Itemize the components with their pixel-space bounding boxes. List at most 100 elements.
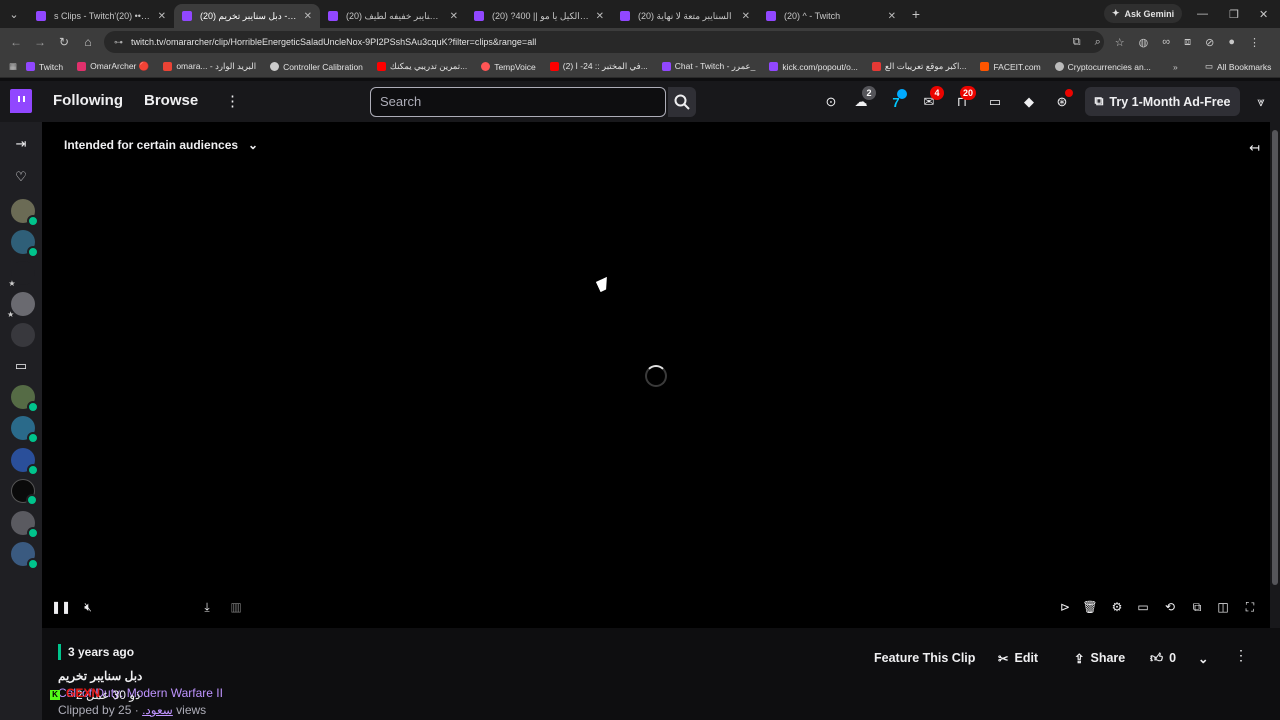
feature-clip-button[interactable]: Feature This Clip — [866, 647, 983, 669]
close-window-button[interactable]: ✕ — [1259, 0, 1268, 28]
chevron-down-icon[interactable]: ⌄ — [1198, 651, 1208, 666]
try-ad-free-button[interactable]: ⧉ Try 1-Month Ad-Free — [1085, 87, 1240, 116]
twitch-favicon-icon — [661, 62, 671, 71]
more-bookmarks-icon[interactable]: » — [1173, 62, 1178, 72]
edit-button[interactable]: ✂ Edit — [990, 647, 1046, 669]
translate-icon[interactable]: ⧉ — [1073, 36, 1081, 49]
picture-in-picture-icon[interactable]: ⧉ — [1189, 599, 1205, 615]
video-player[interactable]: Intended for certain audiences ⌄ ↤ ❚❚ 🔇︎… — [42, 122, 1270, 628]
user-avatar[interactable]: ⩔ — [1252, 93, 1270, 111]
minimize-button[interactable]: — — [1197, 0, 1208, 28]
delete-icon[interactable]: 🗑︎ — [1082, 599, 1098, 615]
followed-channel-avatar[interactable]: ★ — [7, 292, 35, 319]
extensions-puzzle-icon[interactable]: ⧈ — [1184, 36, 1191, 49]
browser-tab[interactable]: (20) ?400 || طفع الكيل يا مو✕ — [466, 4, 612, 28]
zoom-icon[interactable]: ⌕ — [1095, 36, 1101, 49]
scrollbar-thumb[interactable] — [1272, 130, 1278, 585]
search-button[interactable] — [668, 87, 696, 117]
recommended-channel-avatar[interactable] — [11, 385, 39, 413]
more-menu-icon[interactable]: ⋮ — [225, 92, 240, 110]
link-icon[interactable]: ⊘ — [1205, 36, 1214, 49]
prime-loot-icon[interactable]: ⊙ — [822, 93, 840, 111]
settings-gear-icon[interactable]: ⚙ — [1109, 599, 1125, 615]
play-next-icon[interactable]: ⊳ — [1057, 599, 1073, 615]
bookmark[interactable]: kick.com/popout/o... — [769, 62, 858, 72]
whispers-icon[interactable]: ▭ — [986, 93, 1004, 111]
like-button[interactable]: 👍︎ 0 ⌄ — [1150, 645, 1226, 671]
collapse-panel-icon[interactable]: ↤ — [1249, 140, 1260, 156]
bookmarks-bar: ▦ Twitch OmarArcher 🔴 omara... - البريد … — [0, 56, 1280, 78]
download-button[interactable]: ⤓ — [199, 599, 215, 615]
home-icon[interactable]: ⌂ — [76, 35, 100, 49]
bookmark[interactable]: OmarArcher 🔴 — [77, 61, 149, 72]
pause-button[interactable]: ❚❚ — [51, 599, 71, 615]
close-tab-icon[interactable]: ✕ — [596, 11, 604, 22]
bookmark[interactable]: Controller Calibration — [270, 62, 363, 72]
following-link[interactable]: Following — [53, 92, 123, 109]
reload-icon[interactable]: ↻ — [52, 35, 76, 49]
all-bookmarks[interactable]: ▭ All Bookmarks — [1205, 61, 1271, 72]
forward-icon[interactable]: → — [28, 35, 52, 49]
sidebar-toggle-icon[interactable]: ◫ — [1215, 599, 1231, 615]
browser-tab[interactable]: (20) ^ - Twitch ✕ — [758, 4, 904, 28]
theatre-mode-icon[interactable]: ▭ — [1135, 599, 1151, 615]
bookmark[interactable]: Cryptocurrencies an... — [1054, 62, 1151, 72]
page-scrollbar[interactable] — [1270, 122, 1280, 628]
bookmark[interactable]: اكبر موقع تعريبات الع... — [871, 61, 966, 72]
address-bar[interactable]: ⊶ twitch.tv/omararcher/clip/HorribleEner… — [104, 31, 1104, 53]
bookmark[interactable]: Chat - Twitch - عمرر_ — [661, 61, 755, 72]
maximize-button[interactable]: ❐ — [1229, 0, 1239, 28]
close-tab-icon[interactable]: ✕ — [450, 11, 458, 22]
expand-sidebar-icon[interactable]: ⇥ — [12, 136, 30, 152]
back-icon[interactable]: ← — [4, 35, 28, 49]
twitch-favicon-icon — [36, 11, 46, 21]
profile-icon[interactable]: ● — [1228, 36, 1235, 48]
recommended-channel-avatar[interactable] — [11, 479, 38, 506]
close-tab-icon[interactable]: ✕ — [888, 11, 896, 22]
search-input[interactable]: Search — [370, 87, 666, 117]
apps-grid-icon[interactable]: ▦ — [0, 61, 26, 72]
recommended-channel-avatar[interactable] — [11, 448, 39, 476]
browser-tab[interactable]: (20) السنايبر متعة لا نهاية ✕ — [612, 4, 758, 28]
more-options-icon[interactable]: ⋮ — [1234, 647, 1248, 664]
followed-channel-avatar[interactable] — [11, 230, 39, 258]
bookmark[interactable]: FACEIT.com — [980, 62, 1041, 72]
bookmark[interactable]: Twitch — [26, 62, 63, 72]
fullscreen-icon[interactable]: ⛶ — [1242, 599, 1258, 615]
audience-warning[interactable]: Intended for certain audiences ⌄ — [64, 138, 258, 152]
browser-menu-icon[interactable]: ⋮ — [1249, 36, 1260, 49]
tab-search-icon[interactable]: ⌄ — [0, 0, 28, 28]
kick-icon: K — [50, 690, 60, 700]
mute-button[interactable]: 🔇︎ — [80, 599, 96, 615]
close-tab-icon[interactable]: ✕ — [742, 11, 750, 22]
bookmark[interactable]: (2) في المختبر :: 24- ا... — [549, 61, 648, 72]
followed-channel-avatar[interactable] — [11, 323, 35, 347]
bookmark[interactable]: omara... - البريد الوارد — [163, 61, 256, 72]
clipper-link[interactable]: سعود. — [142, 703, 173, 717]
followed-channel-avatar[interactable] — [11, 199, 39, 227]
loading-spinner-icon — [645, 365, 667, 387]
recommended-channel-avatar[interactable] — [11, 511, 39, 539]
bookmark[interactable]: TempVoice — [481, 62, 536, 72]
extension-icon[interactable]: ∞ — [1162, 36, 1170, 48]
extension-icon[interactable]: ◍ — [1139, 36, 1149, 49]
close-tab-icon[interactable]: ✕ — [304, 11, 312, 22]
bits-icon[interactable]: ◆ — [1020, 93, 1038, 111]
browser-tab-active[interactable]: (20) دبل سنايبر تخريم - witch✕ — [174, 4, 320, 28]
followed-channel-avatar[interactable]: ★ — [8, 261, 35, 288]
ask-gemini-button[interactable]: ✦ Ask Gemini — [1104, 4, 1183, 23]
clip-icon[interactable]: ⟲ — [1162, 599, 1178, 615]
star-icon: ★ — [7, 310, 15, 319]
browser-tab[interactable]: (20) لقطة سنايبر خفيفه لطيف✕ — [320, 4, 466, 28]
recommended-channel-avatar[interactable] — [11, 542, 39, 570]
share-button[interactable]: ⇪ Share — [1066, 647, 1133, 669]
close-tab-icon[interactable]: ✕ — [158, 11, 166, 22]
recommended-channel-avatar[interactable] — [11, 416, 39, 444]
browse-link[interactable]: Browse — [144, 92, 198, 109]
new-tab-button[interactable]: + — [904, 6, 928, 22]
browser-tab[interactable]: s Clips - Twitch'عمر•• (20)✕ — [28, 4, 174, 28]
site-info-icon[interactable]: ⊶ — [114, 37, 123, 48]
bookmark[interactable]: تمرين تدريبي يمكنك... — [376, 61, 467, 72]
twitch-logo-icon[interactable] — [10, 89, 32, 113]
bookmark-star-icon[interactable]: ☆ — [1115, 36, 1125, 49]
